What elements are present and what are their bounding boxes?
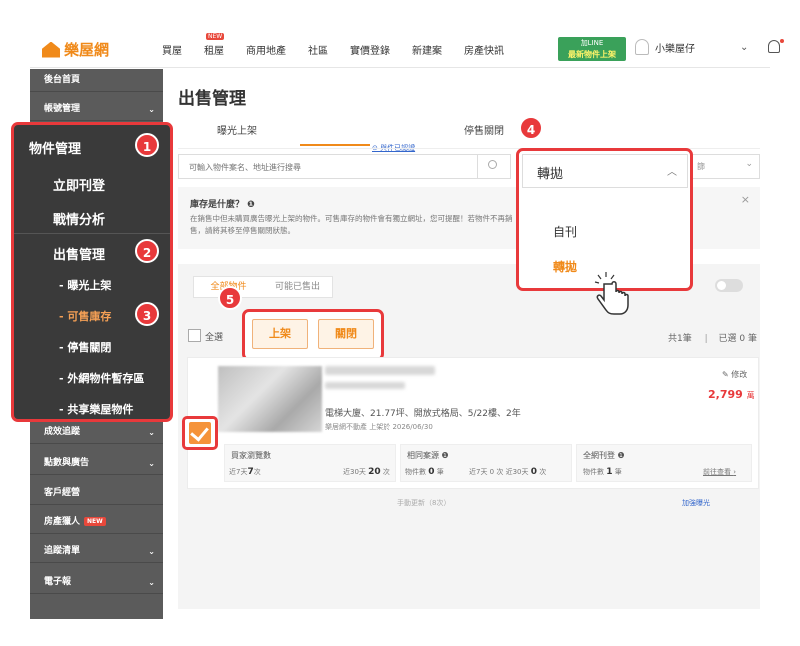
sidebar-item-watchlist[interactable]: 追蹤清單 ⌄ [30,540,163,563]
chevron-down-icon[interactable]: ⌄ [740,42,748,53]
nav-item-commercial[interactable]: 商用地產 [246,42,286,57]
search-input[interactable] [179,156,469,179]
listing-thumbnail[interactable] [218,366,322,432]
bell-icon[interactable] [768,40,780,53]
sidebar-item-dashboard[interactable]: 後台首頁 [30,69,163,92]
selection-counts: 共1筆 | 已選 0 筆 [668,334,757,344]
sidebar-item-clients[interactable]: 客戶經營 [30,482,163,505]
nav-item-community[interactable]: 社區 [308,42,328,57]
avatar [635,39,649,55]
new-badge: NEW [84,517,106,526]
chevron-up-icon: ︿ [667,167,677,178]
boost-link[interactable]: 加強曝光 [682,498,710,508]
sidebar-item-points-ads[interactable]: 點數與廣告 ⌄ [30,452,163,475]
step-badge-2: 2 [135,239,159,263]
chevron-down-icon: ⌄ [148,547,155,556]
brand-name: 樂屋網 [64,41,110,59]
sidebar-item-newsletter[interactable]: 電子報 ⌄ [30,571,163,594]
line-promo-banner[interactable]: 加LINE 最新物件上架 [558,37,626,61]
listing-specs: 電梯大廈、21.77坪、開放式格局、5/22樓、2年 [325,409,521,419]
select-all-label: 全選 [205,333,224,343]
redacted-title [325,366,435,375]
brand-logo[interactable]: 樂屋網 [42,39,109,60]
sidebar-item-performance[interactable]: 成效追蹤 ⌄ [30,421,163,444]
filter-segment: 全部物件 可能已售出 [193,276,333,298]
menu-sub-closed[interactable]: - 停售關閉 [59,339,111,355]
nav-item-price-registry[interactable]: 實價登錄 [350,42,390,57]
tab-exposed[interactable]: 曝光上架 [217,122,257,137]
step-badge-3: 3 [135,302,159,326]
info-body: 在銷售中但未購買廣告曝光上架的物件。可售庫存的物件會有獨立網址，您可提醒！若物件… [190,214,513,235]
info-heading: 庫存是什麼？ ❶ [190,200,255,210]
menu-group-listings[interactable]: 物件管理 [29,138,81,157]
nav-item-rent[interactable]: NEW 租屋 [204,32,225,57]
close-icon[interactable]: × [741,193,750,206]
step-badge-5: 5 [218,286,242,310]
step-badge-4: 4 [519,116,543,140]
nav-item-new-builds[interactable]: 新建案 [412,42,442,57]
stat-same-source: 相同案源 ❶ 物件數 0 筆 近7天 0 次 近30天 0 次 [400,444,572,482]
menu-item-analysis[interactable]: 戰情分析 [53,209,105,228]
top-bar: 樂屋網 買屋 NEW 租屋 商用地產 社區 實價登錄 新建案 房產快訊 加LINE… [30,30,784,68]
main-nav: 買屋 NEW 租屋 商用地產 社區 實價登錄 新建案 房產快訊 [162,30,526,68]
notification-dot [780,39,784,43]
step-badge-1: 1 [135,133,159,157]
menu-item-sale-management[interactable]: 出售管理 [53,244,105,263]
search-field [178,154,511,179]
house-icon [42,41,60,58]
chevron-down-icon: ⌄ [745,159,753,169]
sidebar-item-account[interactable]: 帳號管理 ⌄ [30,98,163,121]
manual-update-note: 手動更新（8次） [397,499,451,507]
segment-maybe-sold[interactable]: 可能已售出 [263,277,332,297]
nav-item-buy[interactable]: 買屋 [162,42,182,57]
menu-sub-exposed[interactable]: - 曝光上架 [59,277,111,293]
list-button[interactable]: 上架 [252,319,308,349]
chevron-down-icon: ⌄ [148,578,155,587]
hand-cursor-icon [594,272,629,315]
close-button[interactable]: 關閉 [318,319,374,349]
hide-toggle[interactable] [715,279,743,292]
active-tab-indicator [300,144,370,146]
edit-link[interactable]: ✎ 修改 [722,369,747,380]
stat-views: 買家瀏覽數 近7天7次 近30天 20 次 [224,444,396,482]
user-name: 小樂屋仔 [655,43,695,55]
dropdown-option-transfer[interactable]: 轉拋 [553,258,577,275]
listing-management-menu: 物件管理 立即刊登 戰情分析 出售管理 - 曝光上架 - 可售庫存 - 停售關閉… [11,122,173,422]
menu-sub-shared[interactable]: - 共享樂屋物件 [59,401,133,417]
chevron-down-icon: ⌄ [148,428,155,437]
new-badge: NEW [206,32,225,40]
search-icon [488,160,497,169]
listing-checkbox[interactable] [189,422,211,444]
menu-sub-inventory[interactable]: - 可售庫存 [59,308,111,324]
source-select[interactable]: 轉拋 ︿ [522,154,688,188]
sidebar-item-hunter[interactable]: 房產獵人 NEW [30,511,163,534]
stat-network: 全網刊登 ❶ 物件數 1 筆 前往查看 › [576,444,752,482]
divider [14,233,170,234]
nav-item-news[interactable]: 房產快訊 [464,42,504,57]
dropdown-option-self[interactable]: 自刊 [553,223,577,240]
user-menu[interactable]: 小樂屋仔 [635,39,695,55]
chevron-down-icon: ⌄ [148,459,155,468]
page-title: 出售管理 [178,89,246,109]
listing-price: 2,799 萬 [708,388,755,401]
select-all-checkbox[interactable] [188,329,201,342]
tab-closed[interactable]: 停售關閉 [464,122,504,137]
view-link[interactable]: 前往查看 › [703,467,736,477]
menu-sub-external-draft[interactable]: - 外網物件暫存區 [59,370,144,386]
redacted-address [325,382,405,389]
listing-source: 樂居網不動產 上架於 2026/06/30 [325,423,433,431]
sort-select[interactable]: 篩 ⌄ [690,154,760,179]
menu-item-publish[interactable]: 立即刊登 [53,175,105,194]
chevron-down-icon: ⌄ [148,105,155,114]
